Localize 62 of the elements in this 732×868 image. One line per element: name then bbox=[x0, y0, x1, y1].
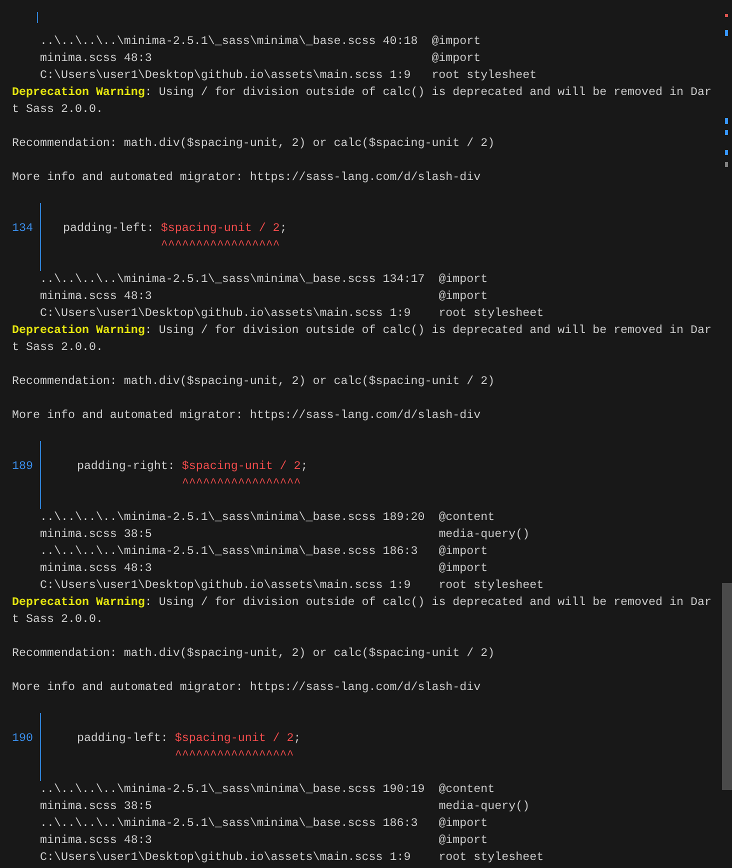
error-underline: ^^^^^^^^^^^^^^^^^ bbox=[174, 747, 294, 764]
trace-location: ..\..\..\..\minima-2.5.1\_sass\minima\_base.scss 134:17 bbox=[40, 271, 425, 288]
trace-label: media-query() bbox=[438, 526, 531, 543]
trace-location: ..\..\..\..\minima-2.5.1\_sass\minima\_base.scss 190:19 bbox=[40, 781, 425, 798]
trace-label: @import bbox=[438, 271, 489, 288]
ruler-mark bbox=[725, 30, 728, 36]
output-line: More info and automated migrator: https://sass-lang.com/d/slash-div bbox=[12, 407, 481, 424]
trace-location: C:\Users\user1\Desktop\github.io\assets\main.scss 1:9 bbox=[40, 577, 412, 594]
trace-location: C:\Users\user1\Desktop\github.io\assets\main.scss 1:9 bbox=[40, 67, 412, 84]
trace-location: ..\..\..\..\minima-2.5.1\_sass\minima\_base.scss 186:3 bbox=[40, 815, 419, 832]
line-number: 190 bbox=[12, 730, 34, 747]
output-line: Recommendation: math.div($spacing-unit, 2) or calc($spacing-unit / 2) bbox=[12, 645, 495, 662]
trace-label: @content bbox=[438, 509, 496, 526]
trace-label: @import bbox=[432, 50, 482, 67]
error-underline: ^^^^^^^^^^^^^^^^^ bbox=[160, 237, 280, 254]
trace-location: ..\..\..\..\minima-2.5.1\_sass\minima\_base.scss 40:18 bbox=[40, 33, 418, 50]
trace-label: @import bbox=[438, 543, 489, 560]
trace-label: @content bbox=[438, 781, 496, 798]
code-error: $spacing-unit / 2 bbox=[160, 220, 280, 237]
scrollbar-thumb[interactable] bbox=[722, 583, 732, 790]
ruler-mark bbox=[725, 162, 728, 167]
trace-location: C:\Users\user1\Desktop\github.io\assets\main.scss 1:9 bbox=[40, 305, 412, 322]
trace-label: root stylesheet bbox=[438, 849, 544, 866]
trace-label: @import bbox=[438, 560, 489, 577]
trace-location: minima.scss 48:3 bbox=[40, 50, 153, 67]
ruler-mark bbox=[725, 150, 728, 155]
code-text: padding-left: bbox=[62, 220, 155, 237]
trace-label: @import bbox=[438, 815, 489, 832]
warning-message: Deprecation Warning: Using / for division outside of calc() is deprecated and will be removed in Dart Sass 2.0.0. bbox=[12, 84, 712, 118]
ruler-mark bbox=[725, 14, 728, 17]
trace-location: minima.scss 48:3 bbox=[40, 288, 153, 305]
error-underline: ^^^^^^^^^^^^^^^^^ bbox=[182, 475, 301, 492]
trace-label: root stylesheet bbox=[432, 67, 537, 84]
output-line: More info and automated migrator: https://sass-lang.com/d/slash-div bbox=[12, 169, 481, 186]
trace-location: minima.scss 48:3 bbox=[40, 832, 153, 849]
trace-location: ..\..\..\..\minima-2.5.1\_sass\minima\_base.scss 189:20 bbox=[40, 509, 425, 526]
warning-message: Deprecation Warning: Using / for division outside of calc() is deprecated and will be removed in Dart Sass 2.0.0. bbox=[12, 594, 712, 628]
output-line: Recommendation: math.div($spacing-unit, 2) or calc($spacing-unit / 2) bbox=[12, 373, 495, 390]
trace-location: minima.scss 48:3 bbox=[40, 560, 153, 577]
code-text: padding-right: bbox=[76, 458, 176, 475]
code-text: padding-left: bbox=[76, 730, 169, 747]
code-text: ; bbox=[294, 730, 301, 747]
ruler-mark bbox=[725, 130, 728, 135]
code-text: ; bbox=[280, 220, 287, 237]
line-number: 189 bbox=[12, 458, 34, 475]
trace-label: root stylesheet bbox=[438, 305, 544, 322]
trace-label: root stylesheet bbox=[438, 577, 544, 594]
trace-label: @import bbox=[438, 832, 489, 849]
output-line: More info and automated migrator: https://sass-lang.com/d/slash-div bbox=[12, 679, 481, 696]
code-error: $spacing-unit / 2 bbox=[182, 458, 301, 475]
code-error: $spacing-unit / 2 bbox=[174, 730, 294, 747]
line-number: 134 bbox=[12, 220, 34, 237]
code-text: ; bbox=[300, 458, 308, 475]
trace-location: ..\..\..\..\minima-2.5.1\_sass\minima\_base.scss 186:3 bbox=[40, 543, 419, 560]
trace-label: @import bbox=[438, 288, 489, 305]
trace-location: minima.scss 38:5 bbox=[40, 526, 153, 543]
warning-message: Deprecation Warning: Using / for division outside of calc() is deprecated and will be removed in Dart Sass 2.0.0. bbox=[12, 322, 712, 356]
trace-label: media-query() bbox=[438, 798, 531, 815]
output-line: Recommendation: math.div($spacing-unit, 2) or calc($spacing-unit / 2) bbox=[12, 135, 495, 152]
trace-label: @import bbox=[432, 33, 482, 50]
trace-location: minima.scss 38:5 bbox=[40, 798, 153, 815]
trace-location: C:\Users\user1\Desktop\github.io\assets\main.scss 1:9 bbox=[40, 849, 412, 866]
